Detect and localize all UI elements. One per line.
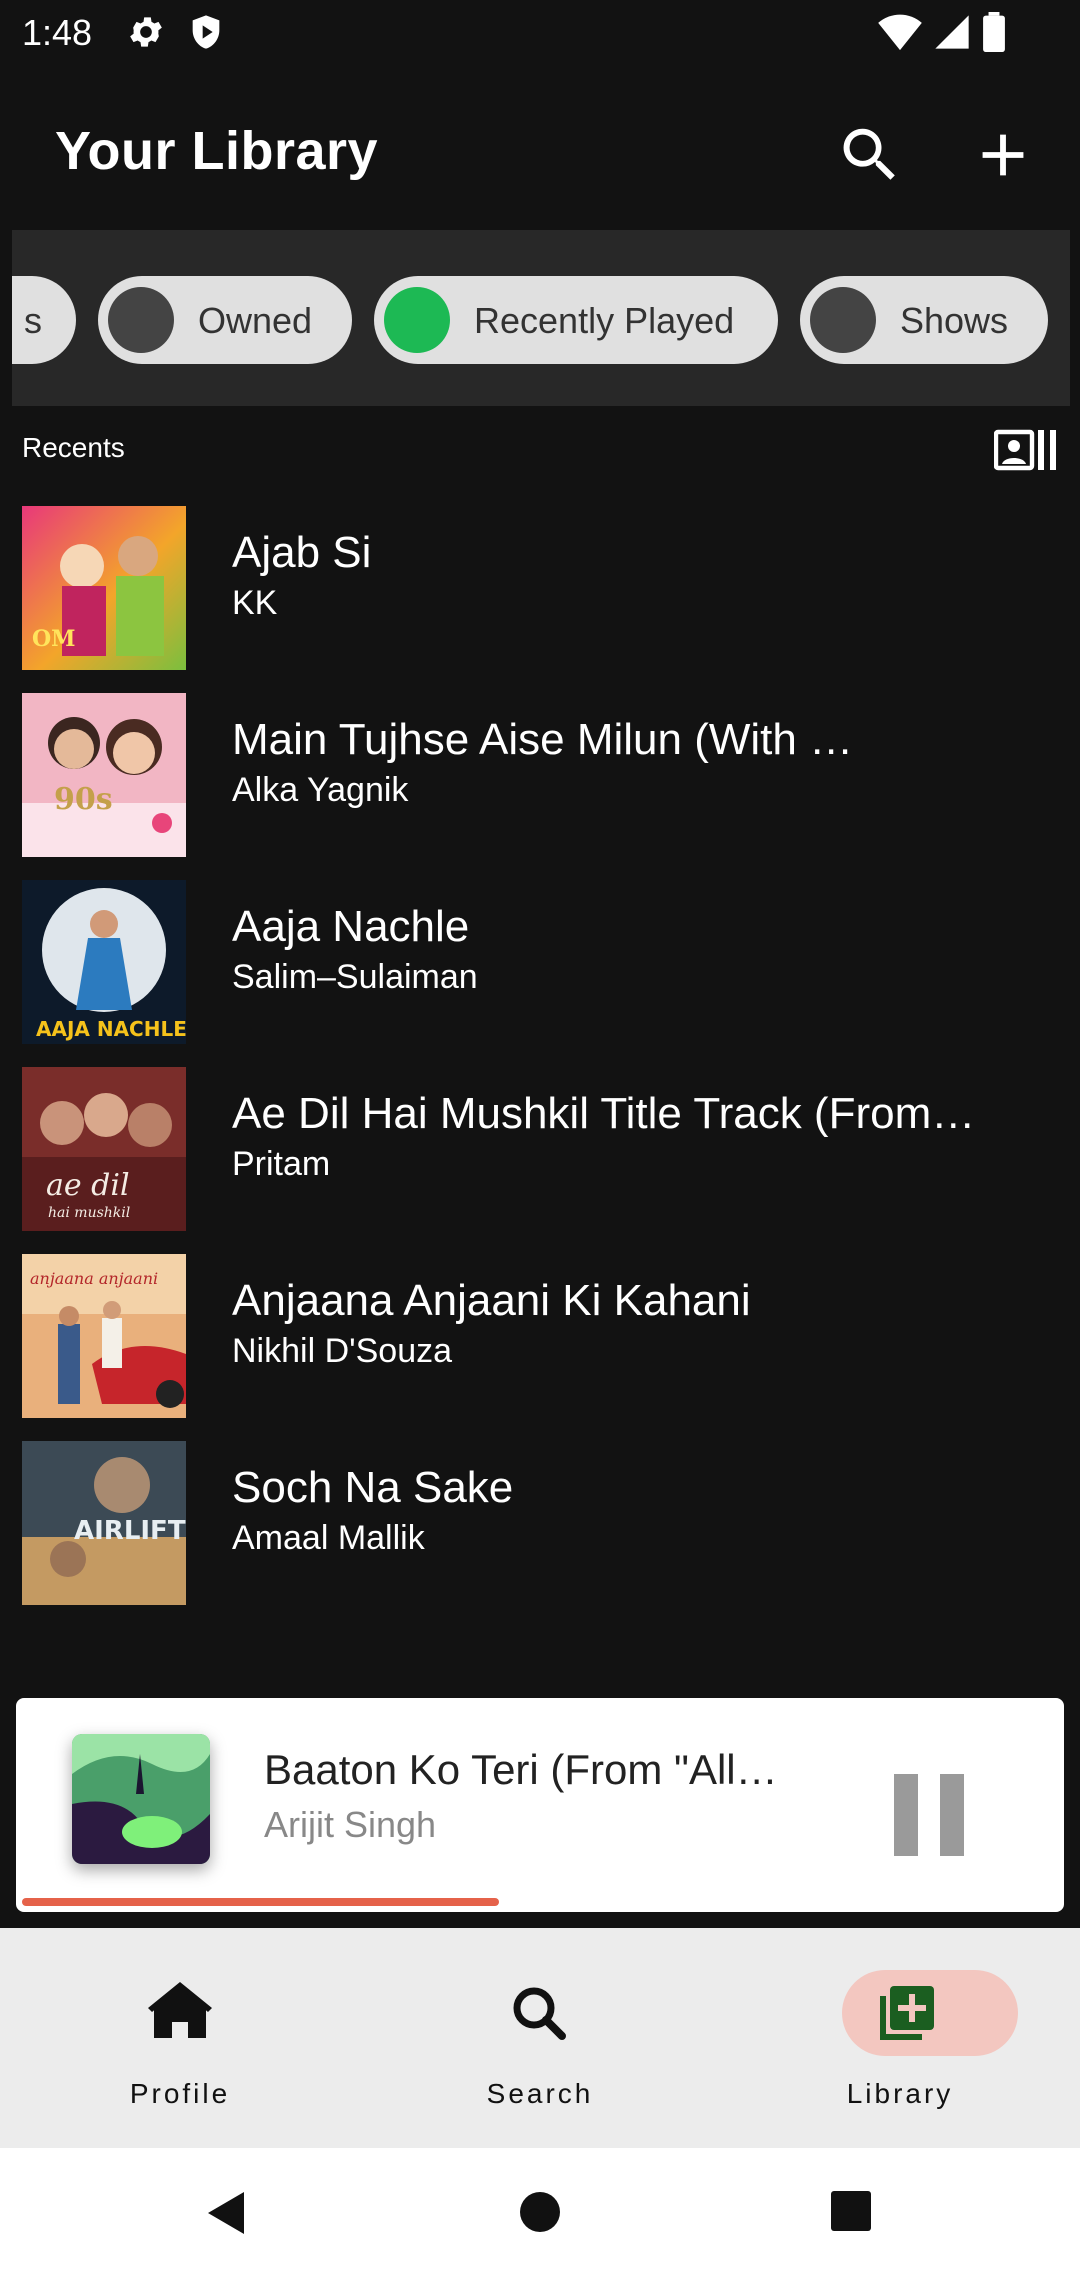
album-art: AAJA NACHLE: [22, 880, 187, 1044]
playback-progress[interactable]: [22, 1898, 1058, 1906]
library-header: Your Library: [0, 100, 1080, 210]
library-add-icon: [850, 1978, 950, 2048]
svg-text:ae dil: ae dil: [46, 1168, 130, 1203]
back-button[interactable]: [204, 2188, 248, 2243]
home-circle-icon: [520, 2192, 560, 2232]
svg-text:OM: OM: [32, 626, 76, 652]
recents-sort-label[interactable]: Recents: [22, 432, 125, 464]
now-playing-bar[interactable]: Baaton Ko Teri (From "All… Arijit Singh: [16, 1698, 1064, 1912]
filter-chip-label: s: [24, 300, 42, 341]
shield-icon: [186, 12, 226, 57]
filter-chip-partial[interactable]: s: [12, 276, 76, 364]
track-artist: Pritam: [232, 1145, 331, 1183]
overview-square-icon: [831, 2191, 871, 2231]
filter-chip-label: Shows: [900, 300, 1009, 341]
grid-view-toggle[interactable]: [993, 428, 1058, 472]
now-playing-title: Baaton Ko Teri (From "All…: [264, 1746, 778, 1793]
chip-indicator: [810, 287, 876, 353]
track-row[interactable]: 90s Main Tujhse Aise Milun (With … Alka …: [0, 693, 1080, 863]
home-button[interactable]: [518, 2190, 562, 2239]
filter-chip-label: Recently Played: [474, 300, 735, 341]
nav-profile[interactable]: Profile: [60, 1968, 300, 2118]
chip-indicator: [108, 287, 174, 353]
album-art: OM: [22, 506, 186, 670]
track-row[interactable]: ae dil hai mushkil Ae Dil Hai Mushkil Ti…: [0, 1067, 1080, 1237]
back-icon: [208, 2192, 244, 2234]
add-icon: [982, 134, 1024, 176]
svg-text:anjaana anjaani: anjaana anjaani: [30, 1269, 158, 1288]
track-title: Anjaana Anjaani Ki Kahani: [232, 1276, 751, 1325]
track-title: Main Tujhse Aise Milun (With …: [232, 715, 854, 764]
add-button[interactable]: [968, 120, 1038, 190]
nav-label: Library: [846, 2078, 954, 2109]
filter-chip-bar[interactable]: s Owned Recently Played Shows: [12, 230, 1070, 406]
page-title: Your Library: [55, 121, 379, 181]
album-art: ae dil hai mushkil: [22, 1067, 186, 1231]
search-icon: [843, 128, 895, 180]
svg-text:AAJA NACHLE: AAJA NACHLE: [36, 1017, 186, 1041]
track-row[interactable]: AIRLIFT Soch Na Sake Amaal Mallik: [0, 1441, 1080, 1611]
pause-icon: [894, 1774, 918, 1856]
filter-chip-shows[interactable]: Shows: [800, 276, 1048, 364]
track-row[interactable]: OM Ajab Si KK: [0, 506, 1080, 676]
bottom-navigation: Profile Search Library: [0, 1928, 1080, 2148]
system-navigation-bar: [0, 2148, 1080, 2280]
track-artist: Nikhil D'Souza: [232, 1332, 453, 1370]
filter-chip-owned[interactable]: Owned: [98, 276, 352, 364]
battery-icon: [982, 12, 1006, 57]
status-bar: 1:48: [0, 0, 1080, 66]
track-artist: KK: [232, 584, 278, 622]
filter-chip-label: Owned: [198, 300, 313, 341]
svg-text:hai mushkil: hai mushkil: [48, 1205, 130, 1221]
settings-icon: [126, 12, 166, 57]
svg-text:90s: 90s: [54, 782, 113, 817]
chip-indicator-selected: [384, 287, 450, 353]
album-art: anjaana anjaani: [22, 1254, 186, 1418]
nav-search[interactable]: Search: [420, 1968, 660, 2118]
filter-chip-recently-played[interactable]: Recently Played: [374, 276, 778, 364]
search-button[interactable]: [835, 120, 905, 190]
pause-button[interactable]: [894, 1774, 966, 1856]
recents-button[interactable]: [830, 2190, 872, 2237]
cellular-icon: [932, 12, 972, 57]
track-title: Aaja Nachle: [232, 902, 470, 951]
track-title: Soch Na Sake: [232, 1463, 514, 1512]
search-icon: [490, 1978, 590, 2048]
album-art: 90s: [22, 693, 186, 857]
status-time: 1:48: [22, 12, 93, 53]
grid-view-icon: [993, 429, 1056, 471]
album-art: AIRLIFT: [22, 1441, 186, 1605]
track-artist: Amaal Mallik: [232, 1519, 425, 1557]
nav-label: Search: [486, 2078, 594, 2109]
now-playing-artist: Arijit Singh: [264, 1804, 437, 1845]
nav-library[interactable]: Library: [780, 1968, 1020, 2118]
track-row[interactable]: AAJA NACHLE Aaja Nachle Salim–Sulaiman: [0, 880, 1080, 1050]
playback-progress-fill: [22, 1898, 499, 1906]
track-title: Ae Dil Hai Mushkil Title Track (From…: [232, 1089, 976, 1138]
track-artist: Salim–Sulaiman: [232, 958, 478, 996]
svg-text:AIRLIFT: AIRLIFT: [74, 1516, 186, 1546]
track-title: Ajab Si: [232, 528, 372, 577]
wifi-icon: [878, 12, 922, 57]
track-artist: Alka Yagnik: [232, 771, 409, 809]
nav-label: Profile: [129, 2078, 231, 2109]
now-playing-art: [72, 1734, 210, 1864]
track-row[interactable]: anjaana anjaani Anjaana Anjaani Ki Kahan…: [0, 1254, 1080, 1424]
home-icon: [130, 1978, 230, 2048]
